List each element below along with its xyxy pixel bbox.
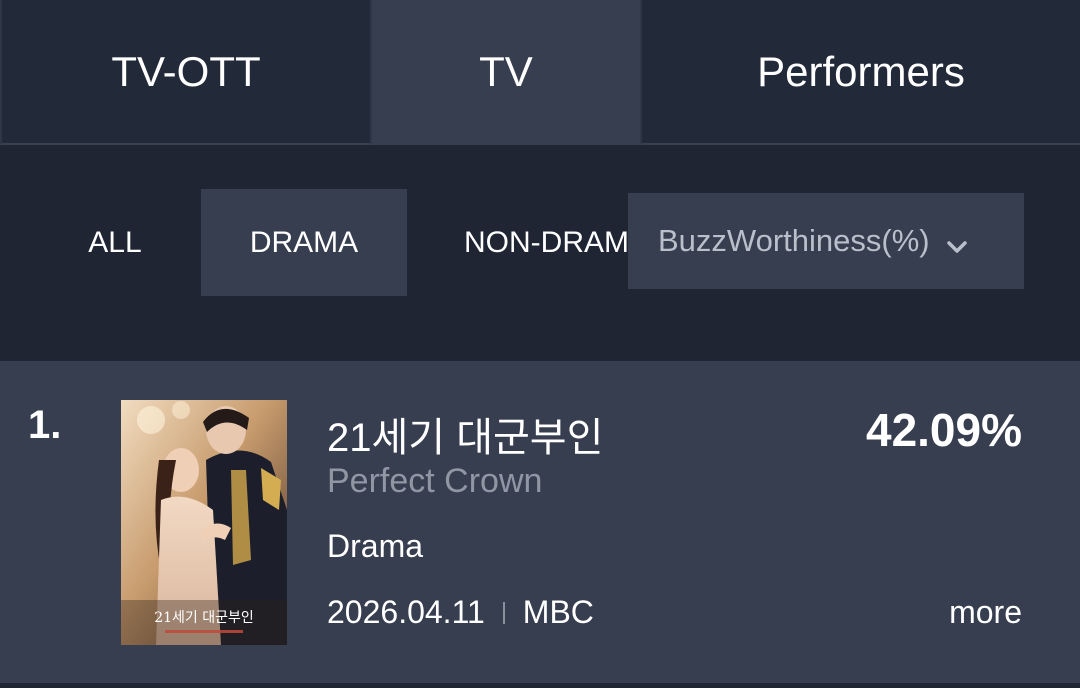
buzz-percentage: 42.09%: [865, 404, 1022, 456]
sort-select[interactable]: BuzzWorthiness(%): [628, 193, 1024, 289]
ranking-row[interactable]: 1. 21세기 대군부인 21세기 대군부인 Perfect Crown Dra…: [0, 361, 1080, 683]
program-genre: Drama: [327, 528, 424, 564]
poster-title-text: 21세기 대군부인: [154, 610, 254, 626]
meta-divider: [502, 601, 505, 624]
category-tabs: TV-OTT TV Performers: [0, 0, 1080, 145]
chevron-down-icon: [946, 230, 968, 253]
filter-bar: ALL DRAMA NON-DRAMA BuzzWorthiness(%): [0, 145, 1080, 361]
sort-select-value: BuzzWorthiness(%): [658, 223, 930, 258]
rank-number: 1.: [28, 403, 62, 447]
row-divider: [0, 683, 1080, 688]
program-title-english: Perfect Crown: [327, 462, 543, 500]
tab-tv-ott[interactable]: TV-OTT: [0, 0, 372, 145]
network-name: MBC: [522, 594, 594, 630]
poster-image[interactable]: 21세기 대군부인: [121, 400, 287, 645]
program-title-korean[interactable]: 21세기 대군부인: [327, 405, 603, 463]
filter-chip-drama[interactable]: DRAMA: [201, 189, 407, 296]
tab-tv[interactable]: TV: [372, 0, 642, 145]
program-meta: 2026.04.11 MBC: [327, 594, 594, 631]
air-date: 2026.04.11: [327, 594, 485, 630]
more-link[interactable]: more: [949, 594, 1022, 631]
filter-chip-all[interactable]: ALL: [40, 189, 190, 296]
filter-chip-non-drama[interactable]: NON-DRAMA: [420, 189, 640, 296]
tab-performers[interactable]: Performers: [642, 0, 1080, 145]
